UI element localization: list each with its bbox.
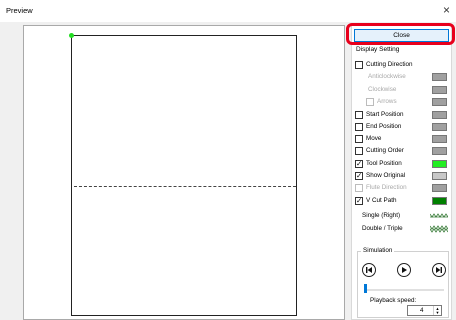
- setting-row-tool-position[interactable]: Tool Position: [355, 159, 449, 169]
- single-zigzag-icon: [430, 213, 448, 218]
- simulation-group: Simulation Playback speed: 4 ▲ ▼: [357, 247, 449, 318]
- playback-speed-spinner[interactable]: 4 ▲ ▼: [407, 305, 442, 316]
- simulation-title: Simulation: [361, 247, 395, 254]
- setting-row-show-original[interactable]: Show Original: [355, 171, 449, 181]
- setting-row-move[interactable]: Move: [355, 134, 449, 144]
- material-sheet: [71, 35, 297, 316]
- setting-row-end-position[interactable]: End Position: [355, 122, 449, 132]
- legend-single-label: Single (Right): [362, 212, 401, 219]
- setting-row-start-position[interactable]: Start Position: [355, 110, 449, 120]
- arrows-checkbox: [366, 98, 374, 106]
- setting-row-cutting-direction[interactable]: Cutting Direction: [355, 60, 449, 70]
- window-close-icon[interactable]: ×: [443, 3, 450, 17]
- tool-position-label: Tool Position: [366, 160, 402, 167]
- start-position-checkbox[interactable]: [355, 111, 363, 119]
- window-title: Preview: [6, 6, 33, 15]
- end-position-checkbox[interactable]: [355, 123, 363, 131]
- show-original-label: Show Original: [366, 172, 406, 179]
- skip-to-end-button[interactable]: [432, 263, 446, 277]
- setting-row-clockwise: Clockwise: [366, 85, 449, 95]
- flute-direction-color-swatch: [432, 184, 447, 192]
- anticlockwise-label: Anticlockwise: [368, 73, 406, 80]
- spinner-arrows[interactable]: ▲ ▼: [433, 306, 441, 315]
- cutting-direction-label: Cutting Direction: [366, 61, 413, 68]
- v-cut-path-line: [74, 186, 296, 187]
- simulation-slider-thumb[interactable]: [364, 284, 367, 293]
- setting-row-cutting-order[interactable]: Cutting Order: [355, 146, 449, 156]
- skip-to-end-icon: [436, 267, 442, 273]
- v-cut-path-color-swatch[interactable]: [432, 197, 447, 205]
- display-setting-title: Display Setting: [356, 46, 400, 53]
- setting-row-flute-direction: Flute Direction: [355, 183, 449, 193]
- play-icon: [402, 267, 407, 273]
- clockwise-label: Clockwise: [368, 86, 397, 93]
- play-button[interactable]: [397, 263, 411, 277]
- move-checkbox[interactable]: [355, 135, 363, 143]
- cutting-order-color-swatch[interactable]: [432, 147, 447, 155]
- cutting-direction-checkbox[interactable]: [355, 61, 363, 69]
- legend-double: Double / Triple: [362, 224, 450, 234]
- move-label: Move: [366, 135, 382, 142]
- legend-single: Single (Right): [362, 211, 450, 221]
- spin-down-icon[interactable]: ▼: [436, 310, 440, 315]
- end-position-label: End Position: [366, 123, 402, 130]
- cutting-order-checkbox[interactable]: [355, 147, 363, 155]
- tool-position-checkbox[interactable]: [355, 159, 363, 169]
- arrows-label: Arrows: [377, 98, 397, 105]
- clockwise-color-swatch: [432, 86, 447, 94]
- setting-row-anticlockwise: Anticlockwise: [366, 72, 449, 82]
- skip-to-start-icon: [366, 267, 372, 273]
- move-color-swatch[interactable]: [432, 135, 447, 143]
- playback-speed-label: Playback speed:: [370, 297, 417, 304]
- skip-to-start-button[interactable]: [362, 263, 376, 277]
- tool-position-marker: [69, 33, 74, 38]
- anticlockwise-color-swatch: [432, 73, 447, 81]
- show-original-color-swatch[interactable]: [432, 172, 447, 180]
- close-button[interactable]: Close: [354, 29, 449, 42]
- legend-double-label: Double / Triple: [362, 225, 403, 232]
- flute-direction-checkbox: [355, 184, 363, 192]
- arrows-color-swatch: [432, 98, 447, 106]
- double-zigzag-icon: [430, 225, 448, 233]
- settings-panel: Close Display Setting Cutting Direction A…: [351, 25, 452, 320]
- flute-direction-label: Flute Direction: [366, 184, 407, 191]
- start-position-color-swatch[interactable]: [432, 111, 447, 119]
- v-cut-path-label: V Cut Path: [366, 197, 397, 204]
- tool-position-color-swatch[interactable]: [432, 160, 447, 168]
- setting-row-arrows: Arrows: [366, 97, 449, 107]
- title-bar: Preview ×: [0, 0, 456, 22]
- cutting-order-label: Cutting Order: [366, 147, 404, 154]
- preview-canvas[interactable]: [23, 25, 345, 320]
- playback-speed-value: 4: [420, 307, 424, 314]
- start-position-label: Start Position: [366, 111, 404, 118]
- v-cut-path-checkbox[interactable]: [355, 196, 363, 206]
- simulation-slider-track[interactable]: [364, 289, 444, 291]
- show-original-checkbox[interactable]: [355, 171, 363, 181]
- end-position-color-swatch[interactable]: [432, 123, 447, 131]
- setting-row-v-cut-path[interactable]: V Cut Path: [355, 196, 449, 206]
